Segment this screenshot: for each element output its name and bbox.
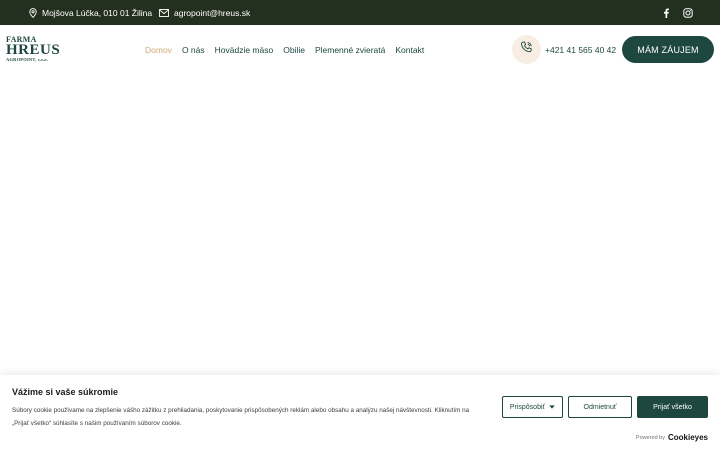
cookieyes-logo: Cookieyes [667,433,708,442]
nav-item-domov[interactable]: Domov [145,45,172,55]
nav-item-obilie[interactable]: Obilie [283,45,305,55]
email-info[interactable]: agropoint@hreus.sk [159,0,250,25]
nav-item-hovadzie-maso[interactable]: Hovädzie mäso [215,45,274,55]
phone-number-link[interactable]: +421 41 565 40 42 [545,25,616,75]
nav-item-plemenne-zvierata[interactable]: Plemenné zvieratá [315,45,385,55]
reject-button[interactable]: Odmietnuť [568,396,632,418]
customize-button[interactable]: Prispôsobiť [502,396,563,418]
accept-all-button[interactable]: Prijať všetko [637,396,708,418]
cookie-consent-banner: Vážime si vaše súkromie Súbory cookie po… [0,375,720,450]
powered-by-label: Powered by [635,434,665,441]
site-header: FARMA HREUS AGROPOINT, s.r.o. Domov O ná… [0,25,720,75]
phone-icon-circle[interactable] [512,35,541,64]
envelope-icon [159,8,169,17]
address-info: Mojšova Lúčka, 010 01 Žilina [29,0,152,25]
caret-down-icon [549,404,555,411]
location-pin-icon [29,7,37,18]
facebook-link[interactable] [662,0,670,25]
instagram-link[interactable] [683,0,693,25]
top-bar: Mojšova Lúčka, 010 01 Žilina agropoint@h… [0,0,720,25]
nav-item-o-nas[interactable]: O nás [182,45,205,55]
cookie-description: Súbory cookie používame na zlepšenie váš… [12,407,470,427]
powered-by-cookieyes[interactable]: Powered by Cookieyes [636,433,708,442]
cookie-title: Vážime si vaše súkromie [12,387,119,397]
email-link[interactable]: agropoint@hreus.sk [174,8,250,18]
facebook-icon[interactable] [662,8,670,18]
farma-hreus-logo[interactable]: FARMA HREUS AGROPOINT, s.r.o. [6,35,62,65]
address-text: Mojšova Lúčka, 010 01 Žilina [42,7,153,18]
mam-zaujem-button[interactable]: MÁM ZÁUJEM [622,36,714,63]
main-nav: Domov O nás Hovädzie mäso Obilie Plemenn… [145,25,424,75]
customize-button-label: Prispôsobiť [509,403,546,411]
phone-icon [520,41,533,59]
nav-item-kontakt[interactable]: Kontakt [395,45,424,55]
main-content-area [0,75,720,375]
instagram-icon[interactable] [683,7,693,18]
